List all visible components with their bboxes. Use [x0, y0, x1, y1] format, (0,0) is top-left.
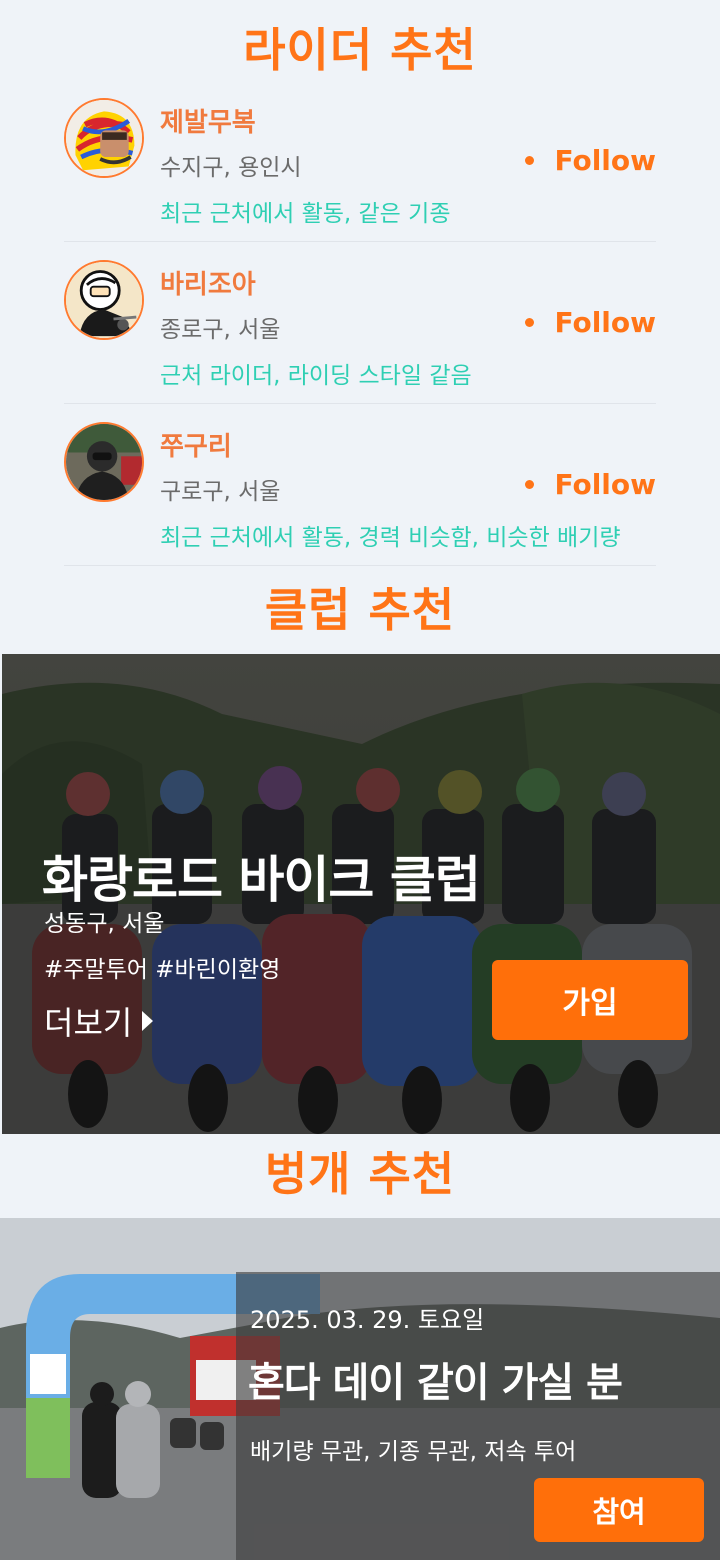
- play-arrow-icon: [142, 1011, 154, 1031]
- riders-section-title: 라이더 추천: [243, 23, 477, 77]
- rider-card[interactable]: 쭈구리 구로구, 서울 최근 근처에서 활동, 경력 비슷함, 비슷한 배기량 …: [64, 404, 656, 566]
- rider-avatar[interactable]: [64, 98, 144, 178]
- rider-card[interactable]: 제발무복 수지구, 용인시 최근 근처에서 활동, 같은 기종 Follow: [64, 80, 656, 242]
- club-location: 성동구, 서울: [44, 911, 165, 937]
- club-join-button[interactable]: 가입: [492, 960, 688, 1040]
- rider-recommend-reason: 근처 라이더, 라이딩 스타일 같음: [160, 363, 472, 389]
- dot-icon: [525, 156, 535, 165]
- cartoon-rider-avatar-icon: [66, 262, 142, 338]
- follow-button[interactable]: Follow: [525, 144, 656, 177]
- rider-name[interactable]: 쭈구리: [160, 426, 232, 463]
- rider-photo-avatar-icon: [66, 424, 142, 500]
- meetup-card[interactable]: 2025. 03. 29. 토요일 혼다 데이 같이 가실 분 배기량 무관, …: [0, 1218, 720, 1560]
- rider-avatar[interactable]: [64, 422, 144, 502]
- follow-button[interactable]: Follow: [525, 468, 656, 501]
- meetup-info-panel: 2025. 03. 29. 토요일 혼다 데이 같이 가실 분 배기량 무관, …: [236, 1272, 720, 1560]
- rider-name[interactable]: 제발무복: [160, 102, 256, 139]
- meetups-section-title: 벙개 추천: [264, 1147, 456, 1201]
- follow-label: Follow: [554, 144, 656, 177]
- club-tags: #주말투어 #바린이환영: [44, 957, 281, 983]
- clubs-section-title: 클럽 추천: [264, 583, 456, 637]
- meetup-date: 2025. 03. 29. 토요일: [250, 1306, 485, 1334]
- rider-location: 구로구, 서울: [160, 479, 281, 505]
- rider-location: 수지구, 용인시: [160, 155, 302, 181]
- dot-icon: [525, 318, 535, 327]
- follow-label: Follow: [554, 306, 656, 339]
- rider-recommend-reason: 최근 근처에서 활동, 같은 기종: [160, 201, 451, 227]
- recommendation-page: 라이더 추천 제발무복 수지구, 용인시 최근 근처에서 활동, 같은 기종 F: [0, 0, 720, 1560]
- rider-location: 종로구, 서울: [160, 317, 281, 343]
- follow-button[interactable]: Follow: [525, 306, 656, 339]
- rider-name[interactable]: 바리조아: [160, 264, 256, 301]
- club-more-link[interactable]: 더보기: [44, 998, 154, 1044]
- rider-recommend-reason: 최근 근처에서 활동, 경력 비슷함, 비슷한 배기량: [160, 525, 621, 551]
- rider-list: 제발무복 수지구, 용인시 최근 근처에서 활동, 같은 기종 Follow 바…: [64, 80, 656, 566]
- club-name[interactable]: 화랑로드 바이크 클럽: [42, 840, 481, 912]
- rider-avatar[interactable]: [64, 260, 144, 340]
- rider-card[interactable]: 바리조아 종로구, 서울 근처 라이더, 라이딩 스타일 같음 Follow: [64, 242, 656, 404]
- dot-icon: [525, 480, 535, 489]
- helmet-avatar-icon: [66, 100, 142, 176]
- follow-label: Follow: [554, 468, 656, 501]
- club-card[interactable]: 화랑로드 바이크 클럽 성동구, 서울 #주말투어 #바린이환영 더보기 가입: [2, 654, 720, 1134]
- meetup-title[interactable]: 혼다 데이 같이 가실 분: [248, 1350, 623, 1408]
- more-label: 더보기: [44, 1004, 133, 1042]
- meetup-description: 배기량 무관, 기종 무관, 저속 투어: [250, 1439, 577, 1465]
- meetup-join-button[interactable]: 참여: [534, 1478, 704, 1542]
